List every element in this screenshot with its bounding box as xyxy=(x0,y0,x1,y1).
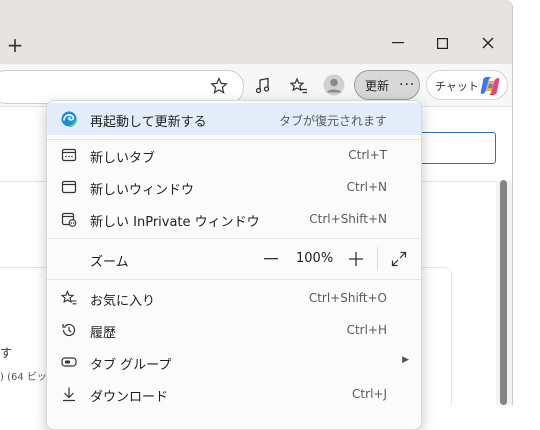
menu-item-shortcut: Ctrl+H xyxy=(346,323,387,337)
menu-item-label: 新しいタブ xyxy=(90,151,156,166)
fullscreen-icon[interactable] xyxy=(388,249,410,269)
menu-item-tab-groups[interactable]: タブ グループ ▶ xyxy=(47,346,421,378)
menu-item-history[interactable]: 履歴 Ctrl+H xyxy=(47,314,421,346)
scrollbar-thumb[interactable] xyxy=(500,180,507,405)
copilot-icon xyxy=(479,75,501,97)
menu-item-restart-update[interactable]: 再起動して更新する タブが復元されます xyxy=(47,103,421,135)
menu-item-favorites[interactable]: お気に入り Ctrl+Shift+O xyxy=(47,282,421,314)
menu-item-shortcut: Ctrl+Shift+O xyxy=(308,291,387,305)
favorite-star-icon[interactable] xyxy=(208,75,230,97)
menu-item-downloads[interactable]: ダウンロード Ctrl+J xyxy=(47,378,421,410)
tab-group-icon xyxy=(61,354,77,370)
menu-item-shortcut: Ctrl+N xyxy=(346,180,387,194)
new-tab-icon[interactable]: + xyxy=(4,33,26,57)
maximize-button[interactable] xyxy=(428,30,456,56)
menu-item-label: お気に入り xyxy=(90,294,156,309)
update-label: 更新 xyxy=(365,78,390,93)
update-button[interactable]: 更新 ··· xyxy=(354,70,420,100)
menu-item-label: 新しい InPrivate ウィンドウ xyxy=(90,215,260,230)
zoom-out-button[interactable] xyxy=(259,249,283,269)
menu-item-new-window[interactable]: 新しいウィンドウ Ctrl+N xyxy=(47,171,421,203)
favorites-collection-icon[interactable] xyxy=(288,75,310,97)
more-icon: ··· xyxy=(399,77,416,93)
menu-item-shortcut: Ctrl+J xyxy=(352,387,387,401)
read-aloud-icon[interactable] xyxy=(252,75,274,97)
download-icon xyxy=(61,386,77,402)
submenu-arrow-icon: ▶ xyxy=(402,355,409,365)
inprivate-window-icon xyxy=(61,211,77,227)
menu-item-shortcut: Ctrl+T xyxy=(348,148,387,162)
menu-item-label: ダウンロード xyxy=(90,390,169,405)
menu-item-new-tab[interactable]: 新しいタブ Ctrl+T xyxy=(47,139,421,171)
zoom-separator xyxy=(377,247,378,271)
background-subtext: ) (64 ビッ xyxy=(0,372,47,383)
history-icon xyxy=(61,322,77,338)
menu-item-zoom: ズーム 100% xyxy=(47,243,421,275)
favorites-icon xyxy=(60,290,77,306)
settings-menu: 再起動して更新する タブが復元されます 新しいタブ Ctrl+T 新しいウィンド… xyxy=(46,100,422,430)
menu-item-new-inprivate[interactable]: 新しい InPrivate ウィンドウ Ctrl+Shift+N xyxy=(47,203,421,235)
profile-avatar[interactable] xyxy=(322,73,346,97)
menu-divider xyxy=(47,279,421,280)
minimize-button[interactable] xyxy=(384,30,412,56)
menu-item-hint: タブが復元されます xyxy=(278,114,387,128)
menu-item-label: 新しいウィンドウ xyxy=(90,183,195,198)
chat-label: チャット xyxy=(435,80,479,93)
menu-divider xyxy=(47,238,421,239)
zoom-value: 100% xyxy=(296,251,334,266)
menu-item-label: 再起動して更新する xyxy=(90,115,207,130)
background-text: す xyxy=(0,346,13,360)
window-icon xyxy=(61,179,77,195)
copilot-chat-button[interactable]: チャット xyxy=(426,70,508,100)
new-tab-icon xyxy=(61,147,77,163)
menu-item-shortcut: Ctrl+Shift+N xyxy=(309,212,387,226)
close-button[interactable] xyxy=(474,30,502,56)
zoom-label: ズーム xyxy=(90,255,129,270)
menu-item-label: 履歴 xyxy=(90,326,117,341)
menu-item-label: タブ グループ xyxy=(90,358,172,373)
zoom-in-button[interactable] xyxy=(344,249,368,269)
edge-icon xyxy=(61,111,78,128)
